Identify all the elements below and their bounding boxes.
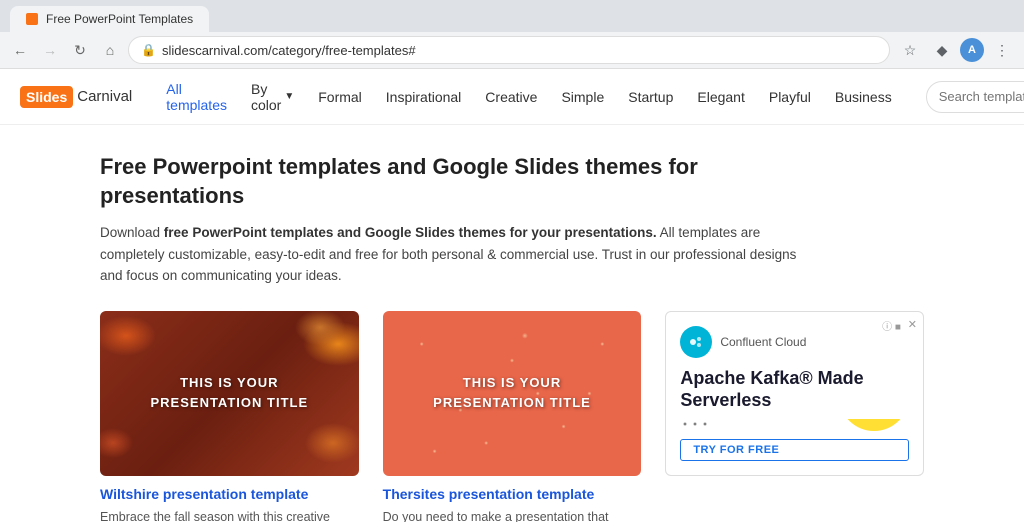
templates-section: THIS IS YOURPRESENTATION TITLE Wiltshire… <box>0 311 1024 522</box>
nav-playful[interactable]: Playful <box>759 83 821 111</box>
template-desc-thersites: Do you need to make a presentation that … <box>383 508 642 522</box>
nav-creative[interactable]: Creative <box>475 83 547 111</box>
active-tab[interactable]: Free PowerPoint Templates <box>10 6 209 32</box>
home-button[interactable]: ⌂ <box>98 38 122 62</box>
profile-button[interactable]: A <box>960 38 984 62</box>
template-thumbnail-thersites: THIS IS YOURPRESENTATION TITLE <box>383 311 642 476</box>
back-button[interactable]: ← <box>8 38 32 62</box>
tab-title: Free PowerPoint Templates <box>46 12 193 26</box>
template-card-wiltshire[interactable]: THIS IS YOURPRESENTATION TITLE Wiltshire… <box>100 311 359 522</box>
browser-tabs: Free PowerPoint Templates <box>0 0 1024 32</box>
ad-thumbnail: ⓘ ■ ✕ Confluent Cloud Apache Kafka® Mad <box>665 311 924 476</box>
ad-logo-icon <box>680 326 712 358</box>
ad-circle-yellow <box>839 419 909 431</box>
hero-desc-bold: free PowerPoint templates and Google Sli… <box>164 225 657 240</box>
nav-startup[interactable]: Startup <box>618 83 683 111</box>
search-input[interactable] <box>939 89 1024 104</box>
ad-graphic <box>680 419 909 431</box>
page-content: Slides Carnival All templates By color ▼… <box>0 69 1024 522</box>
ad-cta-button[interactable]: TRY FOR FREE <box>680 439 909 461</box>
extensions-button[interactable]: ◆ <box>928 36 956 64</box>
ad-headline: Apache Kafka® Made Serverless <box>680 368 909 411</box>
browser-toolbar: ← → ↻ ⌂ 🔒 slidescarnival.com/category/fr… <box>0 32 1024 68</box>
nav-all-templates[interactable]: All templates <box>156 75 237 119</box>
template-card-thersites[interactable]: THIS IS YOURPRESENTATION TITLE Thersites… <box>383 311 642 522</box>
hero-description: Download free PowerPoint templates and G… <box>100 222 800 287</box>
reload-button[interactable]: ↻ <box>68 38 92 62</box>
ad-logo-row: Confluent Cloud <box>680 326 909 358</box>
toolbar-actions: ☆ ◆ A ⋮ <box>896 36 1016 64</box>
hero-section: Free Powerpoint templates and Google Sli… <box>0 125 900 311</box>
menu-button[interactable]: ⋮ <box>988 36 1016 64</box>
ad-badge: ⓘ ■ <box>882 318 901 333</box>
template-name-wiltshire[interactable]: Wiltshire presentation template <box>100 486 359 502</box>
template-name-thersites[interactable]: Thersites presentation template <box>383 486 642 502</box>
thumb-title-wiltshire: THIS IS YOURPRESENTATION TITLE <box>151 373 309 415</box>
hero-desc-prefix: Download <box>100 225 164 240</box>
ad-close-icon[interactable]: ✕ <box>908 318 917 331</box>
logo[interactable]: Slides Carnival <box>20 86 132 108</box>
logo-slides: Slides <box>20 86 73 108</box>
nav-simple[interactable]: Simple <box>551 83 614 111</box>
templates-grid: THIS IS YOURPRESENTATION TITLE Wiltshire… <box>100 311 924 522</box>
site-nav: Slides Carnival All templates By color ▼… <box>0 69 1024 125</box>
chevron-down-icon: ▼ <box>284 91 294 102</box>
nav-by-color[interactable]: By color ▼ <box>241 75 304 119</box>
search-box[interactable]: 🔍 <box>926 81 1024 113</box>
nav-inspirational[interactable]: Inspirational <box>376 83 472 111</box>
thumb-title-thersites: THIS IS YOURPRESENTATION TITLE <box>433 373 591 415</box>
nav-elegant[interactable]: Elegant <box>687 83 754 111</box>
browser-chrome: Free PowerPoint Templates ← → ↻ ⌂ 🔒 slid… <box>0 0 1024 69</box>
bookmark-button[interactable]: ☆ <box>896 36 924 64</box>
address-text: slidescarnival.com/category/free-templat… <box>162 43 877 58</box>
lock-icon: 🔒 <box>141 43 156 57</box>
address-bar[interactable]: 🔒 slidescarnival.com/category/free-templ… <box>128 36 890 64</box>
nav-formal[interactable]: Formal <box>308 83 372 111</box>
forward-button[interactable]: → <box>38 38 62 62</box>
ad-company: Confluent Cloud <box>720 335 806 349</box>
logo-carnival: Carnival <box>77 88 132 105</box>
tab-favicon <box>26 13 38 25</box>
template-thumbnail-wiltshire: THIS IS YOURPRESENTATION TITLE <box>100 311 359 476</box>
template-desc-wiltshire: Embrace the fall season with this creati… <box>100 508 359 522</box>
ad-card: ⓘ ■ ✕ Confluent Cloud Apache Kafka® Mad <box>665 311 924 522</box>
nav-business[interactable]: Business <box>825 83 902 111</box>
nav-links: All templates By color ▼ Formal Inspirat… <box>156 75 901 119</box>
ad-dots <box>680 419 730 431</box>
hero-title: Free Powerpoint templates and Google Sli… <box>100 153 800 210</box>
